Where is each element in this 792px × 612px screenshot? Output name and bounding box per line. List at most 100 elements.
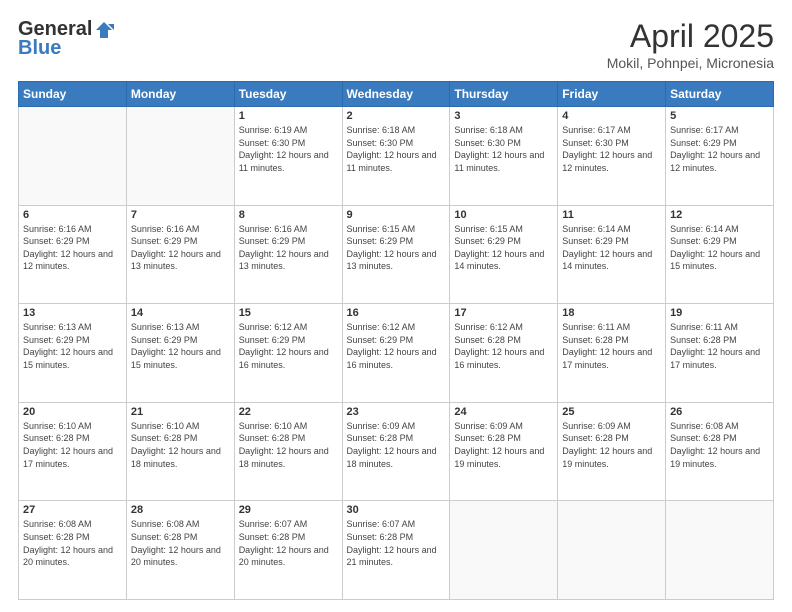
day-number: 29: [239, 504, 338, 516]
calendar-cell: [19, 107, 127, 206]
day-number: 19: [670, 307, 769, 319]
day-number: 15: [239, 307, 338, 319]
day-info: Sunrise: 6:17 AM Sunset: 6:30 PM Dayligh…: [562, 124, 661, 174]
calendar-cell: 18 Sunrise: 6:11 AM Sunset: 6:28 PM Dayli…: [558, 304, 666, 403]
calendar-cell: 20Sunrise: 6:10 AM Sunset: 6:28 PM Dayli…: [19, 402, 127, 501]
calendar-cell: 30Sunrise: 6:07 AM Sunset: 6:28 PM Dayli…: [342, 501, 450, 600]
day-info: Sunrise: 6:09 AM Sunset: 6:28 PM Dayligh…: [562, 420, 661, 470]
day-number: 12: [670, 209, 769, 221]
calendar-week-row: 20 Sunrise: 6:10 AM Sunset: 6:28 PM Dayli…: [19, 402, 774, 501]
day-of-week-header: Monday: [126, 82, 234, 107]
day-number: 24: [454, 406, 553, 418]
calendar-cell: 4 Sunrise: 6:17 AM Sunset: 6:30 PM Daylig…: [558, 107, 666, 206]
logo-bird-icon: [94, 20, 114, 40]
day-of-week-header: Sunday: [19, 82, 127, 107]
calendar-cell: 16 Sunrise: 6:12 AM Sunset: 6:29 PM Dayli…: [342, 304, 450, 403]
day-number: 28: [131, 504, 230, 516]
calendar-week-row: 13 Sunrise: 6:13 AM Sunset: 6:29 PM Dayli…: [19, 304, 774, 403]
day-info: Sunrise: 6:07 AM Sunset: 6:28 PM Dayligh…: [347, 518, 446, 568]
calendar-cell: 10 Sunrise: 6:15 AM Sunset: 6:29 PM Dayli…: [450, 205, 558, 304]
calendar-cell: 13 Sunrise: 6:13 AM Sunset: 6:29 PM Dayli…: [19, 304, 127, 403]
day-info: Sunrise: 6:11 AM Sunset: 6:28 PM Dayligh…: [562, 321, 661, 371]
calendar-cell: 22 Sunrise: 6:10 AM Sunset: 6:28 PM Dayli…: [234, 402, 342, 501]
day-info: Sunrise: 6:12 AM Sunset: 6:28 PM Dayligh…: [454, 321, 553, 371]
day-info: Sunrise: 6:14 AM Sunset: 6:29 PM Dayligh…: [670, 223, 769, 273]
calendar-cell: 28 Sunrise: 6:08 AM Sunset: 6:28 PM Dayli…: [126, 501, 234, 600]
calendar-week-row: 27 Sunrise: 6:08 AM Sunset: 6:28 PM Dayli…: [19, 501, 774, 600]
day-info: Sunrise: 6:19 AM Sunset: 6:30 PM Dayligh…: [239, 124, 338, 174]
day-info: Sunrise: 6:16 AM Sunset: 6:29 PM Dayligh…: [23, 223, 122, 273]
day-number: 10: [454, 209, 553, 221]
day-info: Sunrise: 6:09 AM Sunset: 6:28 PM Dayligh…: [454, 420, 553, 470]
calendar-cell: 8Sunrise: 6:16 AM Sunset: 6:29 PM Daylig…: [234, 205, 342, 304]
day-number: 14: [131, 307, 230, 319]
calendar-cell: 29 Sunrise: 6:07 AM Sunset: 6:28 PM Dayli…: [234, 501, 342, 600]
day-info: Sunrise: 6:10 AM Sunset: 6:28 PM Dayligh…: [239, 420, 338, 470]
logo-blue: Blue: [18, 37, 61, 60]
day-info: Sunrise: 6:08 AM Sunset: 6:28 PM Dayligh…: [23, 518, 122, 568]
day-number: 17: [454, 307, 553, 319]
day-number: 25: [562, 406, 661, 418]
day-number: 4: [562, 110, 661, 122]
calendar-cell: 27 Sunrise: 6:08 AM Sunset: 6:28 PM Dayli…: [19, 501, 127, 600]
day-of-week-header: Wednesday: [342, 82, 450, 107]
calendar-cell: 15 Sunrise: 6:12 AM Sunset: 6:29 PM Dayli…: [234, 304, 342, 403]
title-block: April 2025 Mokil, Pohnpei, Micronesia: [607, 18, 774, 71]
day-info: Sunrise: 6:07 AM Sunset: 6:28 PM Dayligh…: [239, 518, 338, 568]
calendar-cell: 6 Sunrise: 6:16 AM Sunset: 6:29 PM Daylig…: [19, 205, 127, 304]
day-number: 11: [562, 209, 661, 221]
calendar-cell: [126, 107, 234, 206]
day-info: Sunrise: 6:13 AM Sunset: 6:29 PM Dayligh…: [23, 321, 122, 371]
logo: General Blue: [18, 18, 114, 60]
day-number: 6: [23, 209, 122, 221]
calendar-cell: 2 Sunrise: 6:18 AM Sunset: 6:30 PM Daylig…: [342, 107, 450, 206]
month-title: April 2025: [607, 18, 774, 55]
location: Mokil, Pohnpei, Micronesia: [607, 55, 774, 71]
day-of-week-header: Tuesday: [234, 82, 342, 107]
calendar-cell: 11Sunrise: 6:14 AM Sunset: 6:29 PM Dayli…: [558, 205, 666, 304]
day-number: 16: [347, 307, 446, 319]
calendar-cell: 19 Sunrise: 6:11 AM Sunset: 6:28 PM Dayli…: [666, 304, 774, 403]
day-number: 2: [347, 110, 446, 122]
calendar-cell: 12 Sunrise: 6:14 AM Sunset: 6:29 PM Dayli…: [666, 205, 774, 304]
calendar-cell: [666, 501, 774, 600]
day-info: Sunrise: 6:11 AM Sunset: 6:28 PM Dayligh…: [670, 321, 769, 371]
calendar-cell: 7Sunrise: 6:16 AM Sunset: 6:29 PM Daylig…: [126, 205, 234, 304]
day-number: 13: [23, 307, 122, 319]
day-info: Sunrise: 6:18 AM Sunset: 6:30 PM Dayligh…: [454, 124, 553, 174]
day-info: Sunrise: 6:18 AM Sunset: 6:30 PM Dayligh…: [347, 124, 446, 174]
day-info: Sunrise: 6:15 AM Sunset: 6:29 PM Dayligh…: [454, 223, 553, 273]
day-number: 9: [347, 209, 446, 221]
calendar-cell: 24 Sunrise: 6:09 AM Sunset: 6:28 PM Dayli…: [450, 402, 558, 501]
calendar-cell: 21Sunrise: 6:10 AM Sunset: 6:28 PM Dayli…: [126, 402, 234, 501]
day-info: Sunrise: 6:08 AM Sunset: 6:28 PM Dayligh…: [670, 420, 769, 470]
calendar-table: SundayMondayTuesdayWednesdayThursdayFrid…: [18, 81, 774, 600]
day-of-week-header: Thursday: [450, 82, 558, 107]
calendar-cell: 5 Sunrise: 6:17 AM Sunset: 6:29 PM Daylig…: [666, 107, 774, 206]
day-number: 20: [23, 406, 122, 418]
day-number: 22: [239, 406, 338, 418]
day-number: 21: [131, 406, 230, 418]
day-info: Sunrise: 6:09 AM Sunset: 6:28 PM Dayligh…: [347, 420, 446, 470]
day-info: Sunrise: 6:17 AM Sunset: 6:29 PM Dayligh…: [670, 124, 769, 174]
day-number: 18: [562, 307, 661, 319]
day-info: Sunrise: 6:08 AM Sunset: 6:28 PM Dayligh…: [131, 518, 230, 568]
day-of-week-header: Friday: [558, 82, 666, 107]
calendar-cell: 3Sunrise: 6:18 AM Sunset: 6:30 PM Daylig…: [450, 107, 558, 206]
calendar-cell: [450, 501, 558, 600]
day-number: 5: [670, 110, 769, 122]
calendar-cell: 1Sunrise: 6:19 AM Sunset: 6:30 PM Daylig…: [234, 107, 342, 206]
calendar-cell: 23Sunrise: 6:09 AM Sunset: 6:28 PM Dayli…: [342, 402, 450, 501]
day-number: 26: [670, 406, 769, 418]
calendar-cell: 17 Sunrise: 6:12 AM Sunset: 6:28 PM Dayli…: [450, 304, 558, 403]
day-info: Sunrise: 6:13 AM Sunset: 6:29 PM Dayligh…: [131, 321, 230, 371]
calendar-cell: 25 Sunrise: 6:09 AM Sunset: 6:28 PM Dayli…: [558, 402, 666, 501]
day-info: Sunrise: 6:12 AM Sunset: 6:29 PM Dayligh…: [239, 321, 338, 371]
day-info: Sunrise: 6:15 AM Sunset: 6:29 PM Dayligh…: [347, 223, 446, 273]
calendar-cell: 26 Sunrise: 6:08 AM Sunset: 6:28 PM Dayli…: [666, 402, 774, 501]
day-info: Sunrise: 6:12 AM Sunset: 6:29 PM Dayligh…: [347, 321, 446, 371]
header: General Blue April 2025 Mokil, Pohnpei, …: [18, 18, 774, 71]
day-number: 27: [23, 504, 122, 516]
calendar-header-row: SundayMondayTuesdayWednesdayThursdayFrid…: [19, 82, 774, 107]
day-info: Sunrise: 6:16 AM Sunset: 6:29 PM Dayligh…: [131, 223, 230, 273]
